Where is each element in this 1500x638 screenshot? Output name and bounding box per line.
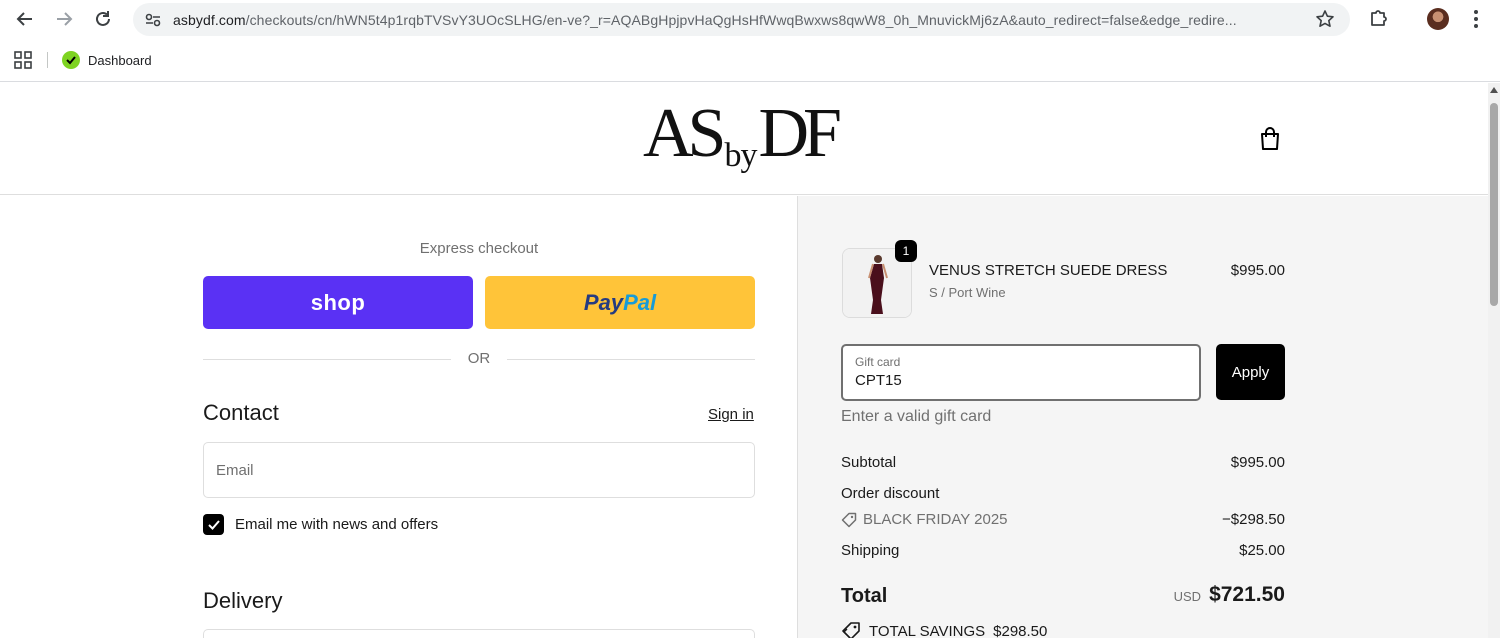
browser-toolbar: asbydf.com/checkouts/cn/hWN5t4p1rqbTVSvY… [0,0,1500,38]
product-variant: S / Port Wine [929,285,1006,300]
checkmark-icon [207,519,220,530]
contact-heading: Contact [203,400,279,425]
gift-card-value: CPT15 [855,372,902,389]
gift-card-field[interactable]: Gift card CPT15 [841,344,1201,401]
browser-menu-icon[interactable] [1466,8,1486,30]
delivery-section-box [203,629,755,638]
quantity-badge: 1 [895,240,917,262]
store-header: AS by DF [0,83,1488,195]
site-info-icon[interactable] [143,10,163,30]
discount-tag-icon [841,512,857,527]
subtotal-label: Subtotal [841,454,897,471]
shop-pay-button[interactable]: shop [203,276,473,329]
url-path: /checkouts/cn/hWN5t4p1rqbTVSvY3UOcSLHG/e… [245,12,1237,28]
discount-value: −$298.50 [1222,511,1285,528]
total-value: $721.50 [1209,583,1285,606]
apps-grid-icon[interactable] [14,51,32,69]
shipping-value: $25.00 [1239,542,1285,559]
paypal-button[interactable]: Pay Pal [485,276,755,329]
store-logo[interactable]: AS by DF [643,99,843,175]
total-savings-row: TOTAL SAVINGS $298.50 [841,621,1047,638]
subtotal-value: $995.00 [1230,454,1285,471]
discount-code-row: BLACK FRIDAY 2025 −$298.50 [841,511,1285,528]
bookmarks-bar: Dashboard [0,38,1500,82]
scroll-thumb[interactable] [1490,103,1498,306]
product-price: $995.00 [1230,262,1285,279]
savings-value: $298.50 [993,622,1048,638]
discount-code: BLACK FRIDAY 2025 [863,511,1008,528]
delivery-heading: Delivery [203,588,283,613]
forward-icon[interactable] [52,7,76,31]
email-field[interactable] [203,442,755,498]
shipping-row: Shipping $25.00 [841,542,1285,559]
bookmark-separator [47,52,48,68]
back-icon[interactable] [13,7,37,31]
gift-card-error: Enter a valid gift card [841,408,992,425]
apply-button[interactable]: Apply [1216,344,1285,400]
checkout-form: Express checkout shop Pay Pal OR Contact … [0,196,797,638]
profile-avatar[interactable] [1427,8,1449,30]
extensions-icon[interactable] [1368,7,1390,29]
email-opt-in-label: Email me with news and offers [235,516,439,533]
paypal-label-pay: Pay [583,289,624,315]
page-scrollbar[interactable] [1488,83,1500,638]
dashboard-favicon-icon [62,51,80,69]
shop-pay-label: shop [310,289,366,315]
logo-part-as: AS [643,95,727,172]
paypal-label-pal: Pal [623,289,657,315]
subtotal-row: Subtotal $995.00 [841,454,1285,471]
bookmark-label: Dashboard [88,52,152,68]
email-opt-in[interactable]: Email me with news and offers [203,514,438,535]
order-discount-label: Order discount [841,485,940,502]
product-name: VENUS STRETCH SUEDE DRESS [929,262,1168,279]
address-bar[interactable]: asbydf.com/checkouts/cn/hWN5t4p1rqbTVSvY… [133,3,1350,36]
email-opt-in-checkbox[interactable] [203,514,224,535]
checkout-page: AS by DF Express checkout shop Pay Pal OR C… [0,83,1488,638]
bookmark-dashboard[interactable]: Dashboard [62,49,152,71]
sign-in-link[interactable]: Sign in [708,406,754,423]
order-discount-row: Order discount [841,485,1285,502]
bookmark-star-icon[interactable] [1315,9,1335,29]
express-checkout-label: Express checkout [419,240,539,257]
order-summary: 1 VENUS STRETCH SUEDE DRESS S / Port Win… [797,196,1488,638]
url-host: asbydf.com [173,12,246,28]
reload-icon[interactable] [91,7,115,31]
gift-card-label: Gift card [855,355,901,369]
scroll-up-arrow-icon[interactable] [1490,87,1498,93]
savings-tag-icon [842,622,860,638]
shipping-label: Shipping [841,542,900,559]
savings-label: TOTAL SAVINGS [869,622,986,638]
url-text: asbydf.com/checkouts/cn/hWN5t4p1rqbTVSvY… [173,12,1303,28]
shopping-bag-icon[interactable] [1258,126,1282,152]
logo-part-by: by [724,137,757,174]
total-row: Total USD $721.50 [841,583,1285,608]
total-currency: USD [1173,589,1202,604]
total-label: Total [841,585,888,607]
logo-part-df: DF [758,95,842,172]
or-line-right [507,359,755,360]
or-divider: OR [203,349,755,369]
